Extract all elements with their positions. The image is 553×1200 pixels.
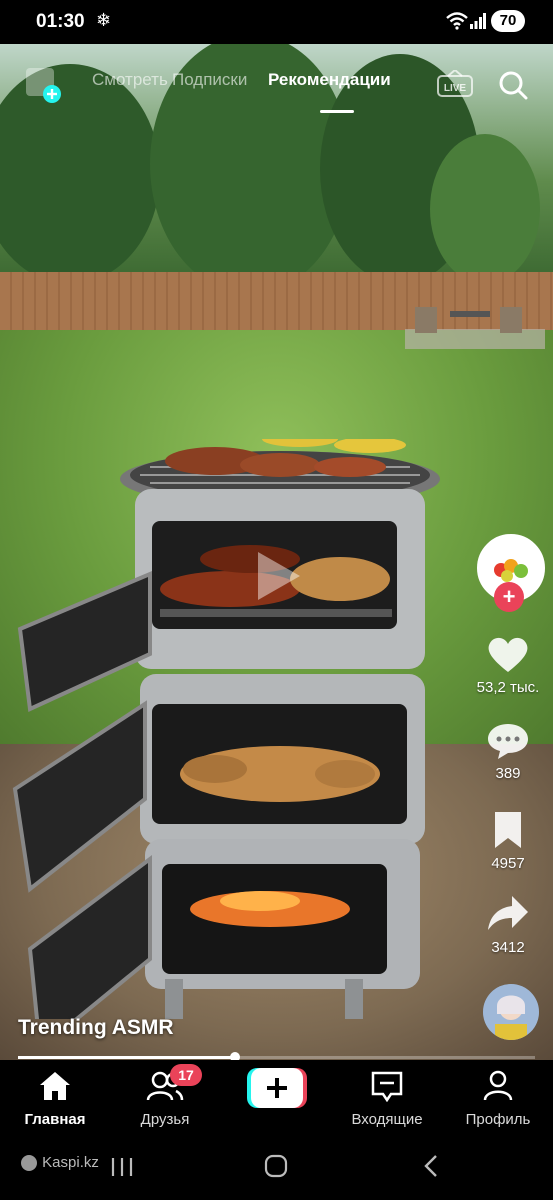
tab-for-you[interactable]: Рекомендации <box>268 70 391 90</box>
play-icon[interactable] <box>246 546 306 606</box>
video-progress-bar[interactable] <box>18 1052 535 1062</box>
wifi-icon <box>446 12 468 30</box>
follow-plus-button[interactable]: + <box>494 582 524 612</box>
battery-badge: 70 <box>491 10 525 32</box>
nav-inbox-label: Входящие <box>351 1111 423 1128</box>
share-action[interactable]: 3412 <box>463 894 553 956</box>
music-disc-icon <box>483 984 539 1040</box>
profile-icon <box>483 1070 513 1101</box>
video-caption[interactable]: Trending ASMR <box>18 1016 174 1040</box>
system-nav-bar: Kaspi.kz <box>0 1134 553 1200</box>
save-action[interactable]: 4957 <box>463 810 553 872</box>
status-bar: 01:30 ❄ 70 <box>0 0 553 44</box>
nav-profile-label: Профиль <box>465 1111 531 1128</box>
kaspi-label: Kaspi.kz <box>20 1154 99 1172</box>
search-icon[interactable] <box>498 70 528 100</box>
sound-avatar[interactable] <box>483 984 539 1040</box>
friends-badge: 17 <box>170 1064 202 1086</box>
tab-watch[interactable]: Смотреть <box>92 70 168 90</box>
like-action[interactable]: 53,2 тыс. <box>463 634 553 696</box>
comment-icon <box>488 724 528 759</box>
like-count: 53,2 тыс. <box>476 679 540 696</box>
nav-home-label: Главная <box>24 1111 86 1128</box>
home-system-icon[interactable] <box>264 1154 288 1178</box>
nav-home[interactable]: Главная <box>0 1060 110 1128</box>
active-tab-indicator <box>320 110 354 113</box>
kaspi-text: Kaspi.kz <box>42 1154 99 1171</box>
share-icon <box>488 896 528 930</box>
tab-following[interactable]: Подписки <box>172 70 247 90</box>
status-time: 01:30 <box>36 11 85 32</box>
heart-icon <box>488 637 528 672</box>
nav-inbox[interactable]: Входящие <box>332 1060 442 1128</box>
comment-count: 389 <box>495 765 521 782</box>
patio-furniture <box>405 307 545 349</box>
nav-friends-label: Друзья <box>140 1111 190 1128</box>
bottom-nav: Главная 17 Друзья Входящие Профиль <box>0 1060 553 1134</box>
recent-apps-icon[interactable] <box>110 1156 134 1178</box>
nav-profile[interactable]: Профиль <box>443 1060 553 1128</box>
bookmark-icon <box>495 812 521 848</box>
live-icon[interactable]: LIVE <box>436 70 474 98</box>
live-label: LIVE <box>444 83 467 94</box>
share-count: 3412 <box>491 939 525 956</box>
inbox-icon <box>371 1071 403 1103</box>
barrel-grill-image <box>12 439 440 1019</box>
comment-action[interactable]: 389 <box>463 720 553 782</box>
nav-friends[interactable]: 17 Друзья <box>110 1060 220 1128</box>
create-button[interactable] <box>247 1068 307 1108</box>
save-count: 4957 <box>491 855 525 872</box>
tree-shape <box>430 134 540 284</box>
home-icon <box>40 1072 70 1100</box>
snowflake-icon: ❄ <box>96 10 112 30</box>
progress-fill <box>18 1056 236 1059</box>
signal-icon <box>470 13 486 29</box>
back-icon[interactable] <box>422 1154 442 1178</box>
kaspi-logo-icon <box>21 1155 37 1172</box>
